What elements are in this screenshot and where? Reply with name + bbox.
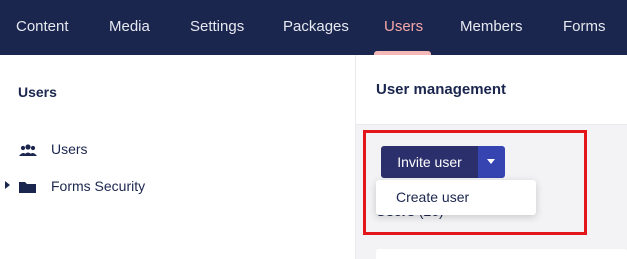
create-user-menu-item[interactable]: Create user bbox=[396, 189, 469, 205]
main-panel: User management Users (26) Invite user C… bbox=[356, 55, 627, 259]
invite-dropdown-menu: Create user bbox=[376, 180, 536, 215]
tree-item-label: Users bbox=[51, 141, 88, 157]
tree-item-users[interactable]: Users bbox=[0, 138, 355, 162]
tab-settings[interactable]: Settings bbox=[190, 0, 244, 55]
tab-packages[interactable]: Packages bbox=[283, 0, 349, 55]
tab-forms[interactable]: Forms bbox=[563, 0, 606, 55]
tab-members[interactable]: Members bbox=[460, 0, 523, 55]
tab-media[interactable]: Media bbox=[109, 0, 150, 55]
expand-caret-icon[interactable] bbox=[5, 181, 10, 189]
users-card bbox=[376, 249, 627, 259]
users-icon bbox=[18, 142, 38, 158]
tree-item-forms-security[interactable]: Forms Security bbox=[0, 175, 355, 199]
invite-button-group: Invite user bbox=[381, 146, 505, 178]
caret-down-icon bbox=[487, 159, 495, 164]
section-tree: Users Users Forms Security bbox=[0, 55, 356, 259]
top-navigation: Content Media Settings Packages Users Me… bbox=[0, 0, 627, 55]
invite-options-button[interactable] bbox=[478, 146, 505, 178]
invite-user-button[interactable]: Invite user bbox=[381, 146, 478, 178]
folder-icon bbox=[18, 179, 38, 195]
tab-content[interactable]: Content bbox=[16, 0, 69, 55]
tree-item-label: Forms Security bbox=[51, 178, 146, 194]
tree-title: Users bbox=[18, 84, 57, 100]
tab-users[interactable]: Users bbox=[384, 0, 423, 55]
main-header: User management bbox=[356, 55, 627, 125]
page-title: User management bbox=[376, 81, 507, 98]
